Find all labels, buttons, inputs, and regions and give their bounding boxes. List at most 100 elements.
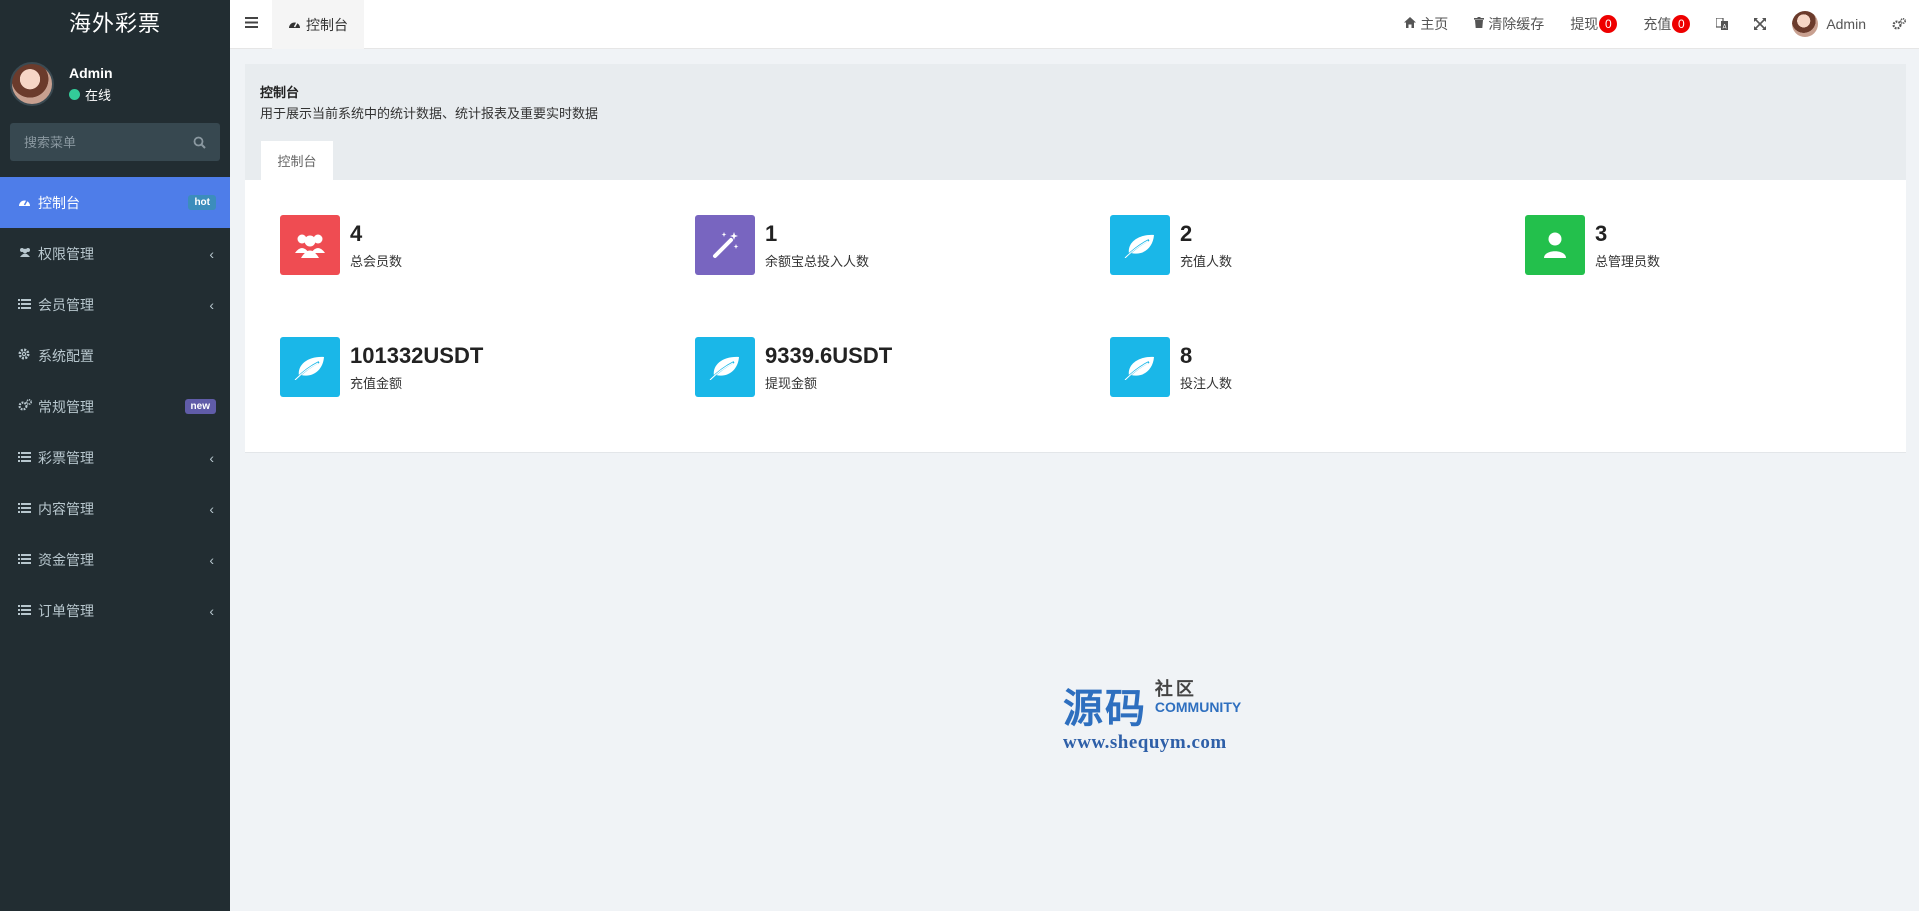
users-icon <box>295 234 325 258</box>
watermark-big-text: 源码 <box>1063 685 1147 732</box>
sidebar-item-lottery[interactable]: 彩票管理 ‹ <box>0 432 230 483</box>
chevron-left-icon: ‹ <box>209 500 214 517</box>
recharge-link[interactable]: 充值 0 <box>1630 0 1703 49</box>
user-menu[interactable]: Admin <box>1779 0 1879 49</box>
stat-text: 8 投注人数 <box>1180 342 1232 392</box>
stat-text: 1 余额宝总投入人数 <box>765 220 869 270</box>
hamburger-menu-icon <box>244 17 258 28</box>
sidebar-item-funds[interactable]: 资金管理 ‹ <box>0 534 230 585</box>
dashboard-icon <box>288 18 301 32</box>
stat-value: 1 <box>765 221 778 246</box>
user-icon <box>1544 232 1566 258</box>
withdraw-label: 提现 <box>1570 16 1599 32</box>
brand-logo[interactable]: 海外彩票 <box>0 0 230 49</box>
list-icon <box>18 604 38 618</box>
sidebar-item-orders[interactable]: 订单管理 ‹ <box>0 585 230 636</box>
stat-yuebao-investors: 1 余额宝总投入人数 <box>695 215 869 275</box>
sidebar-menu: 控制台 hot 权限管理 ‹ 会员管理 ‹ 系统配置 常规管理 new 彩票管理… <box>0 177 230 636</box>
sidebar-item-dashboard[interactable]: 控制台 hot <box>0 177 230 228</box>
watermark-url: www.shequym.com <box>1063 732 1227 753</box>
user-panel: Admin 在线 <box>0 49 230 119</box>
sidebar-search <box>10 123 220 161</box>
settings-button[interactable] <box>1879 0 1919 49</box>
recharge-label: 充值 <box>1643 16 1672 32</box>
tab-dashboard[interactable]: 控制台 <box>272 0 364 49</box>
trash-icon <box>1474 17 1485 31</box>
sidebar-toggle-button[interactable] <box>230 15 272 33</box>
stat-text: 2 充值人数 <box>1180 220 1232 270</box>
sidebar-item-members[interactable]: 会员管理 ‹ <box>0 279 230 330</box>
home-icon <box>1404 17 1417 31</box>
withdraw-link[interactable]: 提现 0 <box>1557 0 1630 49</box>
tab-label: 控制台 <box>306 17 348 33</box>
avatar <box>10 62 54 106</box>
stat-label: 总管理员数 <box>1595 254 1661 269</box>
stat-label: 余额宝总投入人数 <box>765 254 870 269</box>
sidebar-item-label: 资金管理 <box>38 551 94 568</box>
user-menu-label: Admin <box>1826 16 1866 32</box>
stat-label: 投注人数 <box>1180 376 1233 391</box>
content-header: 控制台 用于展示当前系统中的统计数据、统计报表及重要实时数据 控制台 <box>245 64 1906 180</box>
sidebar-item-label: 权限管理 <box>38 245 94 262</box>
list-icon <box>18 451 38 465</box>
home-link[interactable]: 主页 <box>1391 0 1461 49</box>
watermark-small-text: 社区 COMMUNITY <box>1155 680 1241 716</box>
chevron-left-icon: ‹ <box>209 245 214 262</box>
stat-total-members: 4 总会员数 <box>280 215 402 275</box>
stat-bettors: 8 投注人数 <box>1110 337 1232 397</box>
stat-label: 提现金额 <box>765 376 818 391</box>
fullscreen-button[interactable] <box>1741 0 1779 49</box>
stat-value: 2 <box>1180 221 1193 246</box>
hot-badge: hot <box>188 195 216 210</box>
stat-text: 3 总管理员数 <box>1595 220 1660 270</box>
header-nav: 主页 清除缓存 提现 0 充值 0 A Admin <box>1391 0 1919 49</box>
leaf-icon <box>709 356 739 380</box>
stat-value: 4 <box>350 221 363 246</box>
online-status-dot-icon <box>69 88 80 100</box>
stat-icon-box <box>1110 215 1170 275</box>
watermark-cn: 社区 <box>1154 679 1197 699</box>
sidebar-item-label: 订单管理 <box>38 602 94 619</box>
sidebar-item-system-config[interactable]: 系统配置 <box>0 330 230 381</box>
gear-icon <box>18 348 38 363</box>
page-title: 控制台 <box>260 85 300 100</box>
tab-dashboard-content[interactable]: 控制台 <box>261 141 333 180</box>
dashboard-icon <box>18 196 38 210</box>
watermark-logo: 源码 社区 COMMUNITY <box>1063 676 1241 734</box>
stat-text: 101332USDT 充值金额 <box>350 342 483 392</box>
sidebar: 海外彩票 Admin 在线 控制台 hot 权限管 <box>0 0 230 911</box>
new-badge: new <box>184 399 216 414</box>
language-button[interactable]: A <box>1703 0 1741 49</box>
withdraw-count-badge: 0 <box>1599 15 1618 33</box>
user-info: Admin 在线 <box>69 65 113 104</box>
recharge-count-badge: 0 <box>1672 15 1691 33</box>
stat-withdraw-amount: 9339.6USDT 提现金额 <box>695 337 892 397</box>
stat-icon-box <box>695 337 755 397</box>
sidebar-item-label: 会员管理 <box>38 296 94 313</box>
sidebar-item-label: 系统配置 <box>38 347 94 364</box>
clear-cache-button[interactable]: 清除缓存 <box>1461 0 1557 49</box>
chevron-left-icon: ‹ <box>209 296 214 313</box>
sidebar-item-general[interactable]: 常规管理 new <box>0 381 230 432</box>
stat-label: 充值人数 <box>1180 254 1233 269</box>
sidebar-item-label: 彩票管理 <box>38 449 94 466</box>
sidebar-item-label: 内容管理 <box>38 500 94 517</box>
sidebar-item-label: 常规管理 <box>38 398 94 415</box>
stat-icon-box <box>280 337 340 397</box>
stat-value: 8 <box>1180 343 1193 368</box>
stats-panel: 4 总会员数 1 余额宝总投入人数 2 充值人数 3 总管理员数 101332U… <box>245 180 1906 453</box>
list-icon <box>18 553 38 567</box>
user-status-label: 在线 <box>85 87 112 103</box>
watermark-en: COMMUNITY <box>1154 699 1242 715</box>
user-status: 在线 <box>69 85 113 104</box>
search-icon[interactable] <box>193 136 206 149</box>
sidebar-item-content[interactable]: 内容管理 ‹ <box>0 483 230 534</box>
leaf-icon <box>1124 234 1154 258</box>
chevron-left-icon: ‹ <box>209 551 214 568</box>
search-input[interactable] <box>24 134 184 150</box>
sidebar-item-permissions[interactable]: 权限管理 ‹ <box>0 228 230 279</box>
clear-cache-label: 清除缓存 <box>1488 16 1545 32</box>
stat-label: 总会员数 <box>350 254 403 269</box>
leaf-icon <box>1124 356 1154 380</box>
stat-value: 9339.6USDT <box>765 343 893 368</box>
